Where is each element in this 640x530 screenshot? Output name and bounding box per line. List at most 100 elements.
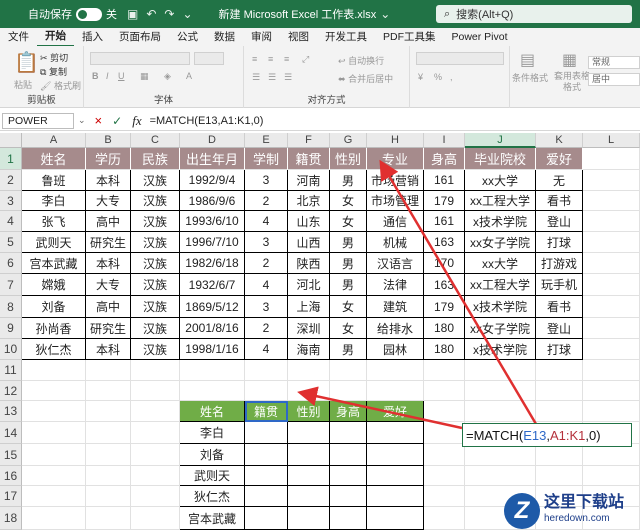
- grid-cell[interactable]: [245, 381, 288, 401]
- italic-button[interactable]: I: [106, 71, 109, 81]
- table1-cell[interactable]: 看书: [536, 191, 583, 211]
- tab-insert[interactable]: 插入: [74, 28, 111, 46]
- table1-header-cell[interactable]: 性别: [330, 148, 367, 170]
- table2-cell[interactable]: [245, 486, 288, 507]
- table1-cell[interactable]: 本科: [86, 170, 131, 191]
- table1-cell[interactable]: 2001/8/16: [180, 318, 245, 339]
- grid-cell[interactable]: [22, 401, 86, 422]
- row-header-11[interactable]: 11: [0, 360, 22, 381]
- table2-name-cell[interactable]: 宫本武藏: [180, 507, 245, 530]
- table1-cell[interactable]: 163: [424, 232, 465, 253]
- align-bottom-icon[interactable]: ≡: [284, 54, 289, 64]
- grid-cell[interactable]: [86, 401, 131, 422]
- grid-cell[interactable]: [86, 360, 131, 381]
- grid-cell[interactable]: [22, 507, 86, 530]
- table1-cell[interactable]: 机械: [367, 232, 424, 253]
- border-icon[interactable]: ▦: [140, 71, 149, 82]
- table1-cell[interactable]: 看书: [536, 296, 583, 318]
- orientation-icon[interactable]: ⤢: [302, 54, 309, 65]
- table1-cell[interactable]: xx大学: [465, 170, 536, 191]
- table1-cell[interactable]: 女: [330, 211, 367, 232]
- table1-cell[interactable]: 女: [330, 191, 367, 211]
- grid-cell[interactable]: [22, 381, 86, 401]
- grid-cell[interactable]: [583, 401, 640, 422]
- table2-cell[interactable]: [288, 466, 330, 486]
- table1-cell[interactable]: 通信: [367, 211, 424, 232]
- table1-cell[interactable]: 汉语言: [367, 253, 424, 274]
- table2-cell[interactable]: [367, 444, 424, 466]
- table1-cell[interactable]: 陕西: [288, 253, 330, 274]
- table1-cell[interactable]: 汉族: [131, 318, 180, 339]
- row-header-15[interactable]: 15: [0, 444, 22, 466]
- table1-cell[interactable]: 李白: [22, 191, 86, 211]
- grid-cell[interactable]: [424, 422, 465, 444]
- column-header-g[interactable]: G: [330, 133, 367, 148]
- grid-cell[interactable]: [330, 381, 367, 401]
- table1-cell[interactable]: 179: [424, 191, 465, 211]
- grid-cell[interactable]: [131, 381, 180, 401]
- grid-cell[interactable]: [22, 360, 86, 381]
- table1-cell[interactable]: 登山: [536, 318, 583, 339]
- grid-cell[interactable]: [583, 211, 640, 232]
- table1-cell[interactable]: 170: [424, 253, 465, 274]
- row-header-18[interactable]: 18: [0, 507, 22, 530]
- row-header-17[interactable]: 17: [0, 486, 22, 507]
- style-center[interactable]: 居中: [588, 73, 640, 86]
- column-header-j[interactable]: J: [465, 133, 536, 148]
- row-header-1[interactable]: 1: [0, 148, 22, 170]
- grid-cell[interactable]: [424, 360, 465, 381]
- table1-cell[interactable]: 163: [424, 274, 465, 296]
- number-format-dropdown[interactable]: [416, 52, 504, 65]
- table1-cell[interactable]: 大专: [86, 191, 131, 211]
- table1-cell[interactable]: 汉族: [131, 170, 180, 191]
- conditional-format-icon[interactable]: ▤: [520, 50, 535, 70]
- tab-file[interactable]: 文件: [0, 28, 37, 46]
- table1-cell[interactable]: 建筑: [367, 296, 424, 318]
- table1-cell[interactable]: x技术学院: [465, 339, 536, 360]
- table1-header-cell[interactable]: 学历: [86, 148, 131, 170]
- table1-cell[interactable]: 汉族: [131, 211, 180, 232]
- format-as-table-button[interactable]: 套用表格格式: [552, 71, 592, 93]
- grid-cell[interactable]: [22, 466, 86, 486]
- table2-header-cell[interactable]: 身高: [330, 401, 367, 422]
- bold-button[interactable]: B: [92, 71, 99, 81]
- table1-cell[interactable]: 1869/5/12: [180, 296, 245, 318]
- table1-cell[interactable]: 1996/7/10: [180, 232, 245, 253]
- table1-header-cell[interactable]: 出生年月: [180, 148, 245, 170]
- grid-cell[interactable]: [465, 466, 536, 486]
- percent-icon[interactable]: %: [434, 72, 442, 82]
- conditional-format-button[interactable]: 条件格式: [512, 71, 548, 84]
- table1-cell[interactable]: 刘备: [22, 296, 86, 318]
- font-color-icon[interactable]: A: [186, 71, 192, 81]
- table1-cell[interactable]: 1998/1/16: [180, 339, 245, 360]
- row-header-5[interactable]: 5: [0, 232, 22, 253]
- table1-cell[interactable]: 汉族: [131, 253, 180, 274]
- table1-cell[interactable]: 1992/9/4: [180, 170, 245, 191]
- table1-cell[interactable]: 深圳: [288, 318, 330, 339]
- table1-cell[interactable]: 1982/6/18: [180, 253, 245, 274]
- table1-cell[interactable]: 市场营销: [367, 170, 424, 191]
- column-header-h[interactable]: H: [367, 133, 424, 148]
- grid-cell[interactable]: [288, 381, 330, 401]
- table2-cell[interactable]: [245, 466, 288, 486]
- grid-cell[interactable]: [131, 360, 180, 381]
- grid-cell[interactable]: [424, 401, 465, 422]
- grid-cell[interactable]: [583, 253, 640, 274]
- table1-cell[interactable]: 园林: [367, 339, 424, 360]
- table1-cell[interactable]: 海南: [288, 339, 330, 360]
- grid-cell[interactable]: [465, 360, 536, 381]
- table1-cell[interactable]: 161: [424, 211, 465, 232]
- table1-cell[interactable]: 男: [330, 339, 367, 360]
- column-header-d[interactable]: D: [180, 133, 245, 148]
- table1-cell[interactable]: 180: [424, 339, 465, 360]
- table1-cell[interactable]: xx工程大学: [465, 274, 536, 296]
- grid-cell[interactable]: [22, 422, 86, 444]
- table1-cell[interactable]: 4: [245, 339, 288, 360]
- grid-cell[interactable]: [367, 381, 424, 401]
- table1-cell[interactable]: 女: [330, 318, 367, 339]
- table1-cell[interactable]: 玩手机: [536, 274, 583, 296]
- align-center-icon[interactable]: ☰: [268, 72, 276, 83]
- row-header-7[interactable]: 7: [0, 274, 22, 296]
- table1-cell[interactable]: xx大学: [465, 253, 536, 274]
- table1-cell[interactable]: 登山: [536, 211, 583, 232]
